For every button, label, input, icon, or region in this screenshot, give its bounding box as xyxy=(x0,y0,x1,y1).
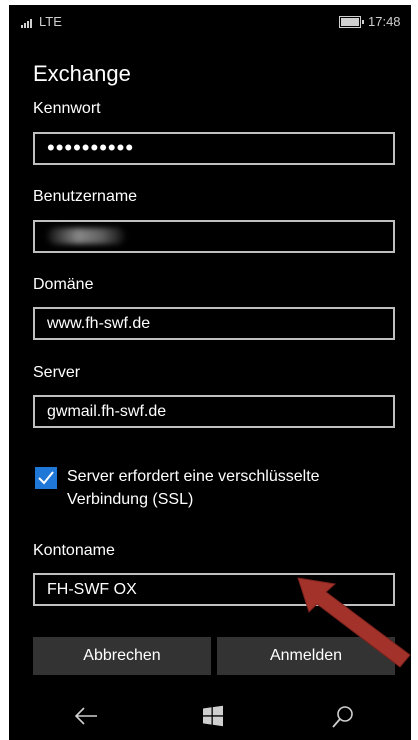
username-field[interactable] xyxy=(33,220,395,253)
back-icon[interactable] xyxy=(73,705,99,727)
battery-icon xyxy=(339,16,364,28)
status-bar: LTE 17:48 xyxy=(9,5,411,37)
account-name-field[interactable]: FH-SWF OX xyxy=(33,573,395,606)
username-label: Benutzername xyxy=(33,188,138,205)
page-title: Exchange xyxy=(33,61,131,86)
clock: 17:48 xyxy=(368,14,401,29)
domain-label: Domäne xyxy=(33,276,94,293)
navigation-bar xyxy=(9,695,411,740)
redacted-username xyxy=(47,228,125,244)
checkmark-icon xyxy=(38,471,54,485)
password-field[interactable]: •••••••••• xyxy=(33,132,395,165)
sign-in-button[interactable]: Anmelden xyxy=(217,637,395,675)
ssl-checkbox-label: Server erfordert eine verschlüsselte Ver… xyxy=(67,468,320,508)
domain-field[interactable]: www.fh-swf.de xyxy=(33,307,395,340)
phone-screen: LTE 17:48 Exchange Kennwort •••••••••• B… xyxy=(9,5,411,740)
ssl-checkbox[interactable] xyxy=(35,467,57,489)
account-name-label: Kontoname xyxy=(33,542,115,559)
search-icon[interactable] xyxy=(331,705,355,729)
cancel-button[interactable]: Abbrechen xyxy=(33,637,211,675)
signal-icon xyxy=(21,19,32,28)
password-label: Kennwort xyxy=(33,100,101,117)
network-type: LTE xyxy=(39,14,62,29)
server-label: Server xyxy=(33,364,81,381)
windows-icon[interactable] xyxy=(202,705,224,727)
server-field[interactable]: gwmail.fh-swf.de xyxy=(33,395,395,428)
